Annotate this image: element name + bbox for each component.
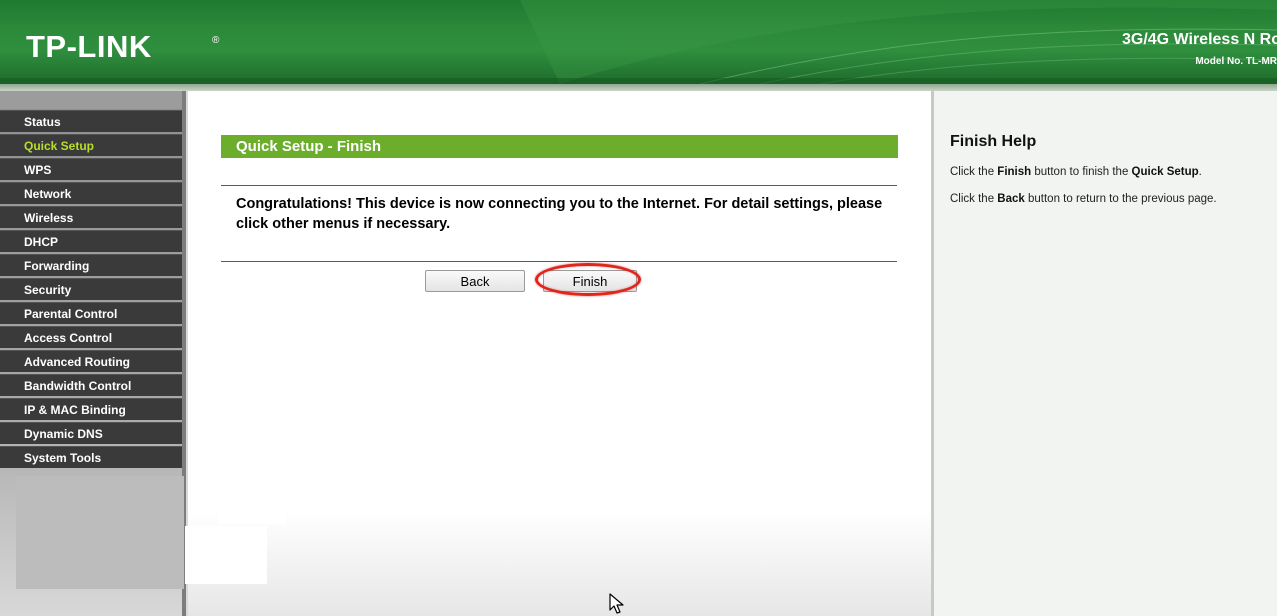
sidebar-menu: Status Quick Setup WPS Network Wireless … [0,110,182,470]
product-name: 3G/4G Wireless N Ro [1121,31,1277,48]
sidebar-item-advanced-routing[interactable]: Advanced Routing [0,350,182,372]
help-text: button to finish the [1031,166,1132,178]
white-overlay-block [218,462,286,524]
model-number: Model No. TL-MR [1195,56,1277,67]
sidebar-item-forwarding[interactable]: Forwarding [0,254,182,276]
sidebar-item-security[interactable]: Security [0,278,182,300]
divider-bottom [221,261,897,262]
help-text: Click the [950,193,998,205]
divider-top [221,185,897,186]
tp-link-logo: TP-LINK [26,29,152,64]
help-text: . [1198,166,1202,178]
help-text: button to return to the previous page. [1024,193,1217,205]
sidebar-item-network[interactable]: Network [0,182,182,204]
white-overlay-block [185,526,267,584]
router-admin-page: TP-LINK ® 3G/4G Wireless N Ro Model No. … [0,0,1277,616]
sidebar-item-parental-control[interactable]: Parental Control [0,302,182,324]
sidebar-item-dynamic-dns[interactable]: Dynamic DNS [0,422,182,444]
help-panel: Finish Help Click the Finish button to f… [934,91,1277,616]
sidebar-item-ip-mac-binding[interactable]: IP & MAC Binding [0,398,182,420]
header-separator [0,84,1277,91]
sidebar-top-strip [0,91,182,109]
sidebar-item-system-tools[interactable]: System Tools [0,446,182,468]
sidebar-item-access-control[interactable]: Access Control [0,326,182,348]
mouse-cursor-icon [609,593,624,614]
sidebar-item-bandwidth-control[interactable]: Bandwidth Control [0,374,182,396]
help-line-finish: Click the Finish button to finish the Qu… [950,166,1202,178]
help-title: Finish Help [950,133,1037,150]
help-text-bold: Quick Setup [1131,166,1199,178]
sidebar-item-dhcp[interactable]: DHCP [0,230,182,252]
help-text-bold: Finish [997,166,1032,178]
header-swoosh-decoration [0,0,1277,84]
help-text: Click the [950,166,998,178]
back-button[interactable]: Back [425,270,525,292]
sidebar-item-status[interactable]: Status [0,110,182,132]
main-content: Quick Setup - Finish Congratulations! Th… [186,91,933,616]
registered-mark: ® [212,35,220,46]
sidebar-item-quick-setup[interactable]: Quick Setup [0,134,182,156]
finish-button[interactable]: Finish [543,270,637,292]
sidebar-item-wireless[interactable]: Wireless [0,206,182,228]
help-line-back: Click the Back button to return to the p… [950,193,1217,205]
congratulations-message: Congratulations! This device is now conn… [236,196,883,232]
sidebar-item-wps[interactable]: WPS [0,158,182,180]
help-text-bold: Back [997,193,1025,205]
header-banner: TP-LINK ® 3G/4G Wireless N Ro Model No. … [0,0,1277,84]
sidebar-lower-panel [16,476,184,589]
section-title: Quick Setup - Finish [221,135,898,158]
